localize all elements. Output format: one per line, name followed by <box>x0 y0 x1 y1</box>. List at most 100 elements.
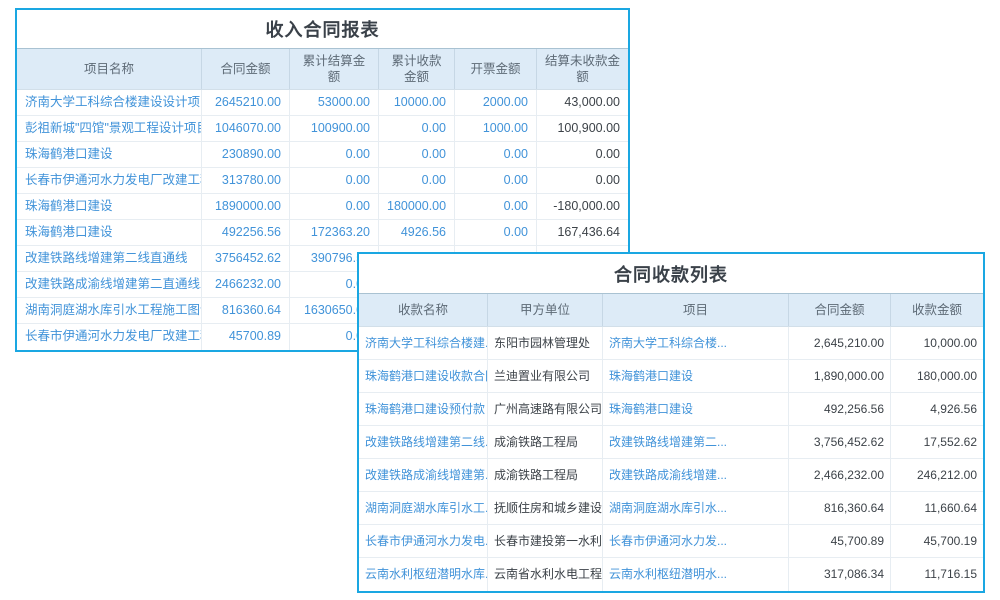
cell-project-name[interactable]: 改建铁路成渝线增建第二直通线工程 <box>17 272 202 297</box>
cell-received-amount: 17,552.62 <box>891 426 983 458</box>
payment-list-row[interactable]: 改建铁路成渝线增建第... 成渝铁路工程局 改建铁路成渝线增建... 2,466… <box>359 459 983 492</box>
cell-project[interactable]: 珠海鹤港口建设 <box>603 360 789 392</box>
cell-cumulative-received: 0.00 <box>379 168 455 193</box>
col-header-contract-amount: 合同金额 <box>202 49 290 89</box>
cell-cumulative-settlement: 0.00 <box>290 142 379 167</box>
payment-list-header-row: 收款名称 甲方单位 项目 合同金额 收款金额 <box>359 293 983 327</box>
col-header-received-amount: 收款金额 <box>891 294 983 326</box>
income-report-row[interactable]: 彭祖新城"四馆"景观工程设计项目 1046070.00 100900.00 0.… <box>17 116 628 142</box>
cell-project-name[interactable]: 彭祖新城"四馆"景观工程设计项目 <box>17 116 202 141</box>
cell-received-amount: 45,700.19 <box>891 525 983 557</box>
cell-cumulative-received: 180000.00 <box>379 194 455 219</box>
cell-party-a-unit: 广州高速路有限公司 <box>488 393 603 425</box>
cell-project-name[interactable]: 珠海鹤港口建设 <box>17 142 202 167</box>
cell-receipt-name[interactable]: 济南大学工科综合楼建... <box>359 327 488 359</box>
cell-project-name[interactable]: 长春市伊通河水力发电厂改建工程 <box>17 324 202 350</box>
income-report-row[interactable]: 珠海鹤港口建设 1890000.00 0.00 180000.00 0.00 -… <box>17 194 628 220</box>
col-header-settled-unreceived: 结算未收款金额 <box>537 49 628 89</box>
cell-contract-amount: 492,256.56 <box>789 393 891 425</box>
cell-project-name[interactable]: 湖南洞庭湖水库引水工程施工图设计 <box>17 298 202 323</box>
cell-project-name[interactable]: 长春市伊通河水力发电厂改建工程 <box>17 168 202 193</box>
cell-project[interactable]: 长春市伊通河水力发... <box>603 525 789 557</box>
cell-cumulative-settlement: 0.00 <box>290 194 379 219</box>
cell-contract-amount: 313780.00 <box>202 168 290 193</box>
cell-received-amount: 246,212.00 <box>891 459 983 491</box>
col-header-receipt-name: 收款名称 <box>359 294 488 326</box>
payment-list-row[interactable]: 改建铁路线增建第二线... 成渝铁路工程局 改建铁路线增建第二... 3,756… <box>359 426 983 459</box>
cell-contract-amount: 317,086.34 <box>789 558 891 591</box>
payment-list-row[interactable]: 济南大学工科综合楼建... 东阳市园林管理处 济南大学工科综合楼... 2,64… <box>359 327 983 360</box>
cell-project-name[interactable]: 珠海鹤港口建设 <box>17 220 202 245</box>
cell-party-a-unit: 成渝铁路工程局 <box>488 459 603 491</box>
cell-contract-amount: 1,890,000.00 <box>789 360 891 392</box>
col-header-cumulative-settlement: 累计结算金额 <box>290 49 379 89</box>
cell-receipt-name[interactable]: 珠海鹤港口建设预付款 <box>359 393 488 425</box>
income-report-row[interactable]: 济南大学工科综合楼建设设计项目 2645210.00 53000.00 1000… <box>17 90 628 116</box>
col-header-party-a-unit: 甲方单位 <box>488 294 603 326</box>
cell-invoiced-amount: 0.00 <box>455 168 537 193</box>
cell-receipt-name[interactable]: 改建铁路线增建第二线... <box>359 426 488 458</box>
cell-receipt-name[interactable]: 云南水利枢纽潜明水库... <box>359 558 488 591</box>
cell-contract-amount: 1890000.00 <box>202 194 290 219</box>
payment-list-row[interactable]: 湖南洞庭湖水库引水工... 抚顺住房和城乡建设局 湖南洞庭湖水库引水... 81… <box>359 492 983 525</box>
cell-contract-amount: 230890.00 <box>202 142 290 167</box>
cell-invoiced-amount: 0.00 <box>455 220 537 245</box>
cell-project[interactable]: 济南大学工科综合楼... <box>603 327 789 359</box>
payment-list-title: 合同收款列表 <box>359 254 983 293</box>
cell-project[interactable]: 改建铁路线增建第二... <box>603 426 789 458</box>
cell-receipt-name[interactable]: 湖南洞庭湖水库引水工... <box>359 492 488 524</box>
income-report-row[interactable]: 珠海鹤港口建设 230890.00 0.00 0.00 0.00 0.00 <box>17 142 628 168</box>
cell-settled-unreceived: 167,436.64 <box>537 220 628 245</box>
cell-received-amount: 11,716.15 <box>891 558 983 591</box>
cell-project-name[interactable]: 改建铁路线增建第二线直通线 <box>17 246 202 271</box>
cell-party-a-unit: 云南省水利水电工程... <box>488 558 603 591</box>
cell-contract-amount: 2645210.00 <box>202 90 290 115</box>
cell-project[interactable]: 改建铁路成渝线增建... <box>603 459 789 491</box>
cell-project-name[interactable]: 济南大学工科综合楼建设设计项目 <box>17 90 202 115</box>
cell-contract-amount: 1046070.00 <box>202 116 290 141</box>
cell-invoiced-amount: 0.00 <box>455 142 537 167</box>
income-report-row[interactable]: 长春市伊通河水力发电厂改建工程 313780.00 0.00 0.00 0.00… <box>17 168 628 194</box>
cell-cumulative-received: 4926.56 <box>379 220 455 245</box>
income-report-row[interactable]: 珠海鹤港口建设 492256.56 172363.20 4926.56 0.00… <box>17 220 628 246</box>
cell-cumulative-received: 10000.00 <box>379 90 455 115</box>
cell-party-a-unit: 东阳市园林管理处 <box>488 327 603 359</box>
cell-settled-unreceived: 0.00 <box>537 168 628 193</box>
contract-payment-list-panel: 合同收款列表 收款名称 甲方单位 项目 合同金额 收款金额 济南大学工科综合楼建… <box>357 252 985 593</box>
cell-contract-amount: 2,466,232.00 <box>789 459 891 491</box>
cell-received-amount: 10,000.00 <box>891 327 983 359</box>
cell-cumulative-settlement: 53000.00 <box>290 90 379 115</box>
cell-cumulative-settlement: 0.00 <box>290 168 379 193</box>
cell-contract-amount: 2466232.00 <box>202 272 290 297</box>
cell-receipt-name[interactable]: 长春市伊通河水力发电... <box>359 525 488 557</box>
cell-contract-amount: 3,756,452.62 <box>789 426 891 458</box>
cell-contract-amount: 492256.56 <box>202 220 290 245</box>
cell-receipt-name[interactable]: 改建铁路成渝线增建第... <box>359 459 488 491</box>
cell-project[interactable]: 珠海鹤港口建设 <box>603 393 789 425</box>
payment-list-row[interactable]: 云南水利枢纽潜明水库... 云南省水利水电工程... 云南水利枢纽潜明水... … <box>359 558 983 591</box>
cell-received-amount: 180,000.00 <box>891 360 983 392</box>
cell-project-name[interactable]: 珠海鹤港口建设 <box>17 194 202 219</box>
cell-project[interactable]: 云南水利枢纽潜明水... <box>603 558 789 591</box>
cell-received-amount: 11,660.64 <box>891 492 983 524</box>
cell-party-a-unit: 成渝铁路工程局 <box>488 426 603 458</box>
cell-settled-unreceived: -180,000.00 <box>537 194 628 219</box>
cell-contract-amount: 2,645,210.00 <box>789 327 891 359</box>
col-header-project: 项目 <box>603 294 789 326</box>
income-report-title: 收入合同报表 <box>17 10 628 48</box>
col-header-project-name: 项目名称 <box>17 49 202 89</box>
cell-contract-amount: 3756452.62 <box>202 246 290 271</box>
payment-list-body: 济南大学工科综合楼建... 东阳市园林管理处 济南大学工科综合楼... 2,64… <box>359 327 983 591</box>
cell-contract-amount: 45,700.89 <box>789 525 891 557</box>
cell-project[interactable]: 湖南洞庭湖水库引水... <box>603 492 789 524</box>
cell-invoiced-amount: 1000.00 <box>455 116 537 141</box>
payment-list-row[interactable]: 珠海鹤港口建设预付款 广州高速路有限公司 珠海鹤港口建设 492,256.56 … <box>359 393 983 426</box>
cell-contract-amount: 45700.89 <box>202 324 290 350</box>
income-report-header-row: 项目名称 合同金额 累计结算金额 累计收款金额 开票金额 结算未收款金额 <box>17 48 628 90</box>
cell-settled-unreceived: 43,000.00 <box>537 90 628 115</box>
payment-list-row[interactable]: 长春市伊通河水力发电... 长春市建投第一水利... 长春市伊通河水力发... … <box>359 525 983 558</box>
payment-list-row[interactable]: 珠海鹤港口建设收款合同 兰迪置业有限公司 珠海鹤港口建设 1,890,000.0… <box>359 360 983 393</box>
col-header-cumulative-received: 累计收款金额 <box>379 49 455 89</box>
page: { "colors": { "table_border": "#1aa7e2",… <box>0 0 1000 600</box>
cell-receipt-name[interactable]: 珠海鹤港口建设收款合同 <box>359 360 488 392</box>
